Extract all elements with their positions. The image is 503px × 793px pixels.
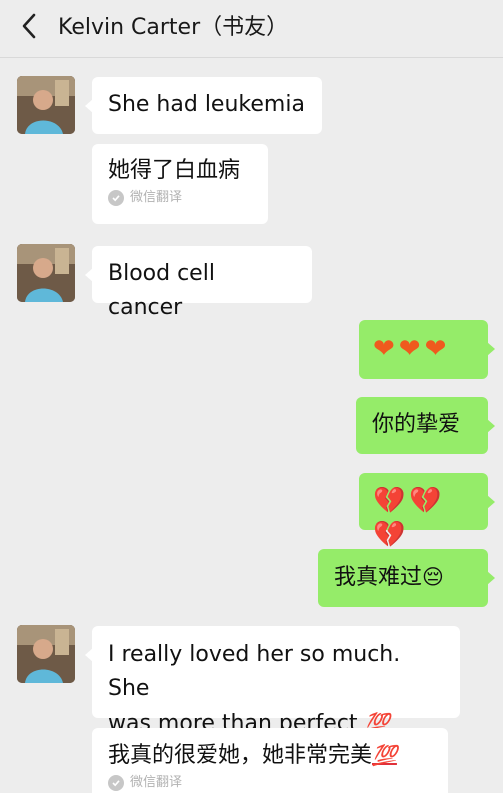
message-text-body: 我真的很爱她，她非常完美 [108,743,373,768]
message-text: 她得了白血病 [108,158,241,183]
outgoing-message[interactable]: 💔💔💔 [359,473,495,550]
check-circle-icon [108,190,124,206]
message-text: 你的挚爱 [372,412,461,437]
chat-screen: Kelvin Carter（书友） She had leukemia 她得了白血… [0,0,503,793]
chevron-left-icon [21,13,37,43]
translation-label: 微信翻译 [130,775,183,790]
hundred-emoji: 💯 [372,743,397,767]
translation-tag: 微信翻译 [108,775,432,791]
translation-tag: 微信翻译 [108,190,252,206]
message-text: 我真的很爱她，她非常完美💯 [108,738,432,773]
message-text-body: I really loved her so much. She was more… [108,642,401,736]
incoming-message[interactable]: Blood cell cancer [85,246,312,320]
outgoing-message[interactable]: 我真难过😔 [318,549,495,607]
contact-avatar[interactable] [17,76,75,134]
message-text: Blood cell cancer [108,261,222,320]
chat-header: Kelvin Carter（书友） [0,0,503,58]
back-button[interactable] [14,12,44,44]
incoming-message[interactable]: She had leukemia [85,77,322,134]
outgoing-message[interactable]: 你的挚爱 [356,397,495,454]
pensive-emoji: 😔 [422,565,444,589]
translated-message[interactable]: 我真的很爱她，她非常完美💯 微信翻译 [92,728,448,793]
contact-avatar[interactable] [17,625,75,683]
message-text: I really loved her so much. She was more… [108,638,444,741]
message-text: ❤❤❤ [373,334,451,364]
translation-label: 微信翻译 [130,190,183,205]
incoming-message[interactable]: I really loved her so much. She was more… [85,626,460,736]
message-text: 我真难过😔 [334,560,472,595]
message-text: She had leukemia [108,92,305,117]
contact-avatar[interactable] [17,244,75,302]
chat-title: Kelvin Carter（书友） [58,15,289,40]
outgoing-message[interactable]: ❤❤❤ [359,320,495,379]
message-text-body: 我真难过 [334,565,423,590]
message-text: 💔💔💔 [373,486,446,550]
check-circle-icon [108,775,124,791]
translated-message[interactable]: 她得了白血病 微信翻译 [92,144,268,224]
